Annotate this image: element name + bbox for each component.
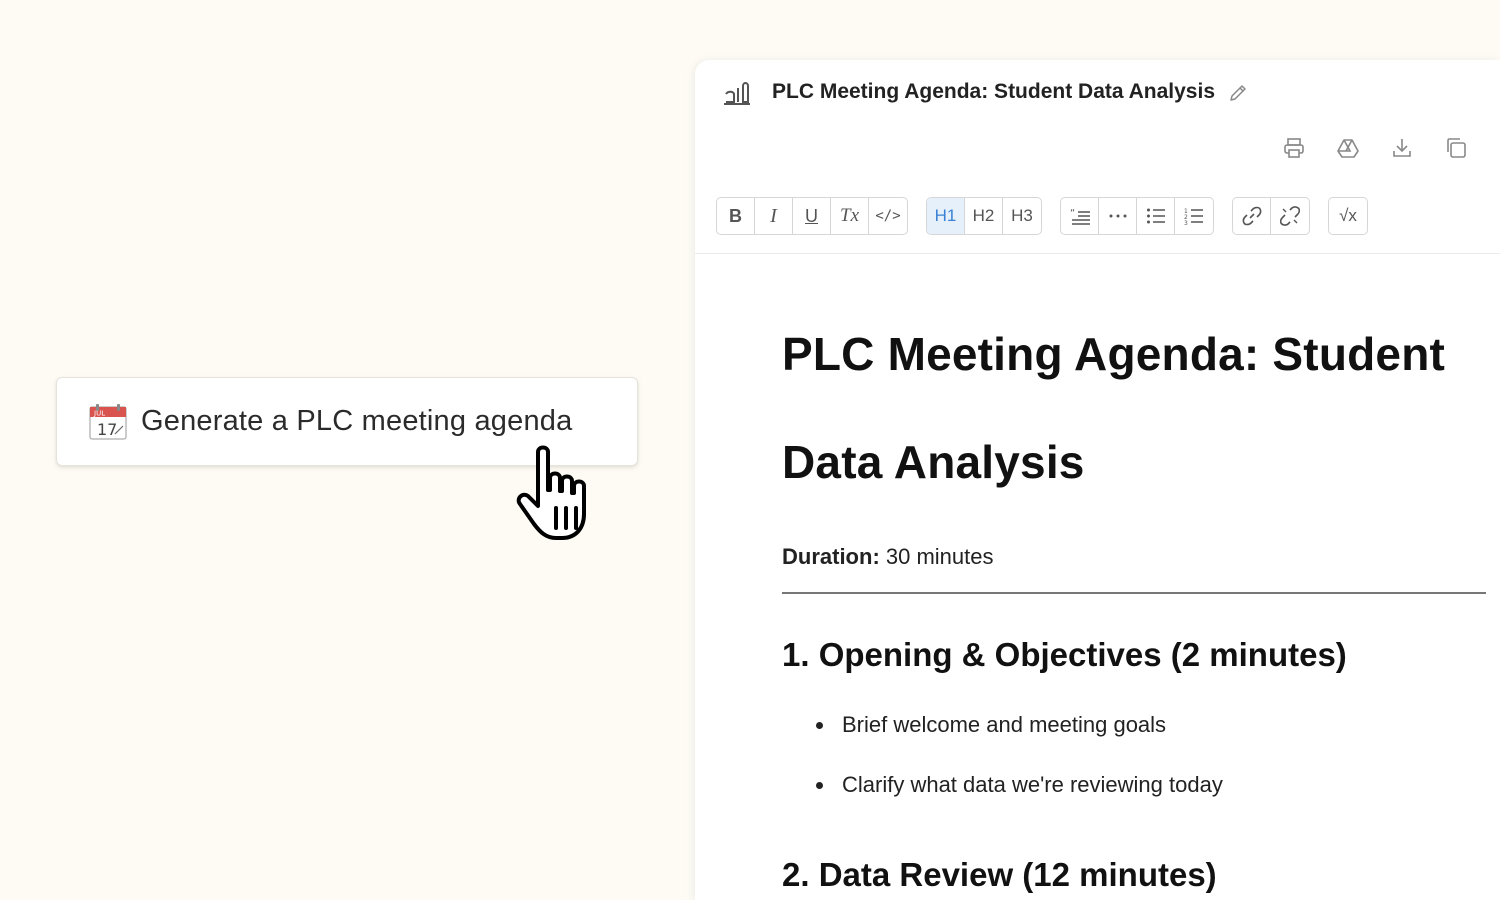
editor-toolbar: B I U Tx </> H1 H2 H3 “ 1 2 3 √x <box>716 197 1386 235</box>
bold-button[interactable]: B <box>717 198 755 234</box>
text-format-group: B I U Tx </> <box>716 197 908 235</box>
ellipsis-icon <box>1109 214 1126 218</box>
document-content[interactable]: PLC Meeting Agenda: Student Data Analysi… <box>782 300 1486 894</box>
section-heading: 2. Data Review (12 minutes) <box>782 856 1217 893</box>
heading3-button[interactable]: H3 <box>1003 198 1041 234</box>
calendar-icon: JUL 17 <box>89 403 127 439</box>
heading-group: H1 H2 H3 <box>926 197 1042 235</box>
copy-icon[interactable] <box>1444 136 1468 160</box>
calendar-day: 17 <box>97 420 117 439</box>
edit-title-pencil-icon[interactable] <box>1228 83 1248 103</box>
heading2-button[interactable]: H2 <box>965 198 1003 234</box>
math-group: √x <box>1328 197 1368 235</box>
document-header: PLC Meeting Agenda: Student Data Analysi… <box>695 60 1500 120</box>
bullet-list-button[interactable] <box>1137 198 1175 234</box>
document-panel: PLC Meeting Agenda: Student Data Analysi… <box>695 60 1500 900</box>
prompt-label: Generate a PLC meeting agenda <box>141 405 573 437</box>
section-heading: 1. Opening & Objectives (2 minutes) <box>782 636 1347 673</box>
document-type-icon <box>724 82 750 105</box>
quote-button[interactable]: “ <box>1061 198 1099 234</box>
print-icon[interactable] <box>1282 136 1306 160</box>
remove-link-button[interactable] <box>1271 198 1309 234</box>
document-heading-line1: PLC Meeting Agenda: Student <box>782 328 1446 380</box>
hand-pointer-cursor-icon <box>516 445 586 540</box>
list-item: Clarify what data we're reviewing today <box>816 772 1486 798</box>
italic-button[interactable]: I <box>755 198 793 234</box>
horizontal-rule <box>782 592 1486 594</box>
ordered-list-button[interactable]: 1 2 3 <box>1175 198 1213 234</box>
quote-icon: “ <box>1070 208 1090 225</box>
link-icon <box>1242 206 1261 226</box>
math-formula-button[interactable]: √x <box>1329 198 1367 234</box>
document-title: PLC Meeting Agenda: Student Data Analysi… <box>772 80 1215 103</box>
drive-icon[interactable] <box>1336 136 1360 160</box>
download-icon[interactable] <box>1390 136 1414 160</box>
code-button[interactable]: </> <box>869 198 907 234</box>
block-group: “ 1 2 3 <box>1060 197 1214 235</box>
svg-text:3: 3 <box>1184 220 1188 225</box>
list-item: Brief welcome and meeting goals <box>816 712 1486 738</box>
toolbar-divider <box>695 253 1500 254</box>
link-group <box>1232 197 1310 235</box>
bullet-list-icon <box>1146 208 1165 224</box>
document-heading-line2: Data Analysis <box>782 436 1085 488</box>
document-actions <box>1282 136 1468 160</box>
duration-line: Duration: 30 minutes <box>782 544 1486 570</box>
svg-text:“: “ <box>1070 208 1075 219</box>
section1-bullet-list: Brief welcome and meeting goals Clarify … <box>782 712 1486 798</box>
unlink-icon <box>1280 206 1300 226</box>
heading1-button[interactable]: H1 <box>927 198 965 234</box>
ordered-list-icon: 1 2 3 <box>1184 208 1203 225</box>
duration-value: 30 minutes <box>879 544 994 569</box>
duration-label: Duration: <box>782 544 880 569</box>
clear-format-button[interactable]: Tx <box>831 198 869 234</box>
more-options-button[interactable] <box>1099 198 1137 234</box>
underline-button[interactable]: U <box>793 198 831 234</box>
insert-link-button[interactable] <box>1233 198 1271 234</box>
calendar-month: JUL <box>93 409 105 417</box>
